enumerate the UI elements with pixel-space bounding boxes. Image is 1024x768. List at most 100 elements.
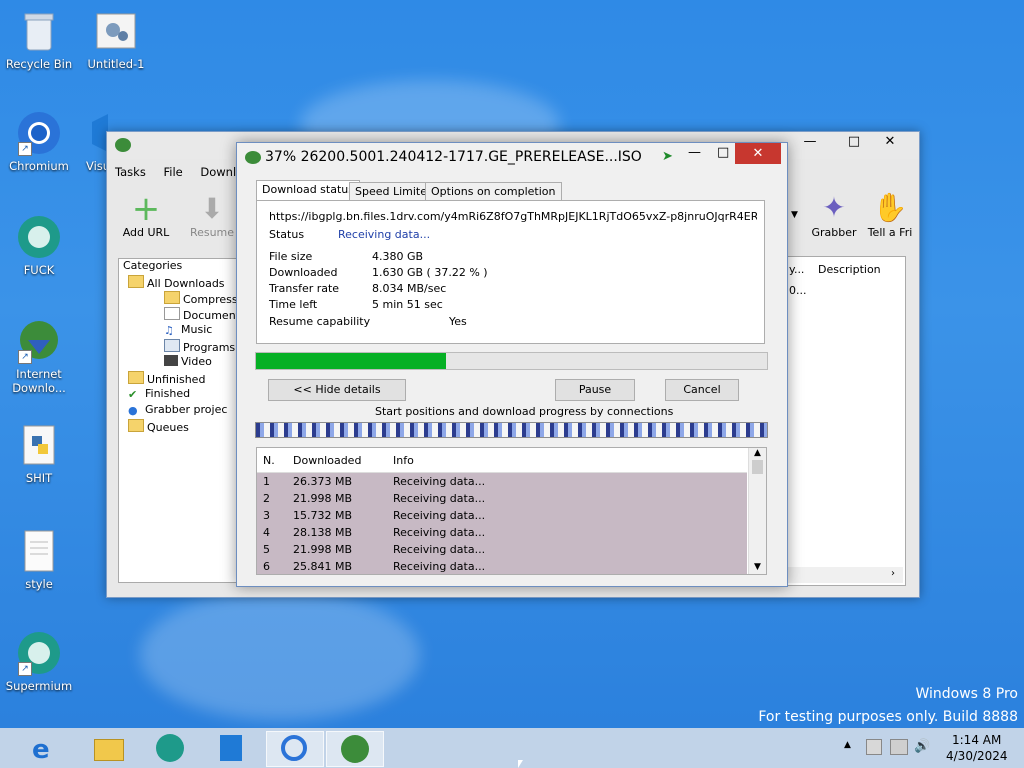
download-arrow-icon: ⬇ (200, 192, 224, 225)
taskbar-ie-button[interactable]: e (18, 731, 74, 765)
desktop-icon-supermium[interactable]: ↗ Supermium (3, 630, 75, 693)
table-row[interactable]: 2 21.998 MB Receiving data... (257, 490, 747, 507)
toolbar-dropdown-icon[interactable]: ▼ (791, 210, 798, 220)
tree-item-video[interactable]: Video (164, 355, 212, 368)
music-icon: ♫ (164, 324, 174, 337)
cell-downloaded: 15.732 MB (293, 509, 353, 522)
tray-arrow-icon[interactable]: ➤ (662, 149, 673, 164)
desktop-icon-label: Chromium (9, 159, 69, 173)
scroll-down-icon[interactable]: ▼ (749, 562, 766, 572)
grabber-button[interactable]: ✦ Grabber (806, 190, 862, 239)
header-info[interactable]: Info (393, 454, 414, 467)
clock-time[interactable]: 1:14 AM (952, 733, 1001, 747)
idm-logo-icon (245, 151, 261, 164)
taskbar-chromium-button[interactable] (266, 731, 324, 767)
file-size-label: File size (269, 250, 313, 263)
internet-explorer-icon: e (32, 735, 50, 765)
tell-friend-button[interactable]: ✋ Tell a Fri (866, 190, 914, 239)
clock-date[interactable]: 4/30/2024 (946, 749, 1008, 763)
tree-item-grabber-projects[interactable]: ● Grabber projec (128, 403, 228, 417)
scroll-up-icon[interactable]: ▲ (749, 448, 766, 458)
scroll-thumb[interactable] (752, 460, 763, 474)
close-button[interactable]: ✕ (867, 132, 913, 152)
minimize-button[interactable]: — (795, 132, 825, 152)
tree-item-music[interactable]: ♫ Music (164, 323, 212, 337)
table-row[interactable]: 4 28.138 MB Receiving data... (257, 524, 747, 541)
header-downloaded[interactable]: Downloaded (293, 454, 361, 467)
tab-download-status[interactable]: Download status (256, 180, 360, 202)
close-button[interactable]: ✕ (735, 143, 781, 164)
status-value: Receiving data... (338, 228, 431, 241)
column-header-description[interactable]: Description (818, 263, 881, 276)
shortcut-arrow-icon: ↗ (18, 350, 32, 364)
tell-friend-label: Tell a Fri (867, 226, 913, 239)
desktop-icon-untitled[interactable]: Untitled-1 (80, 8, 152, 71)
network-icon[interactable] (890, 739, 908, 755)
taskbar-explorer-button[interactable] (80, 731, 136, 765)
cell-n: 6 (263, 560, 270, 573)
table-row[interactable]: 3 15.732 MB Receiving data... (257, 507, 747, 524)
desktop-icon-chromium[interactable]: ↗ Chromium (3, 110, 75, 173)
chromium-icon: ↗ (16, 110, 62, 156)
header-n[interactable]: N. (263, 454, 275, 467)
tree-item-compressed[interactable]: Compresse (164, 291, 244, 306)
column-header-partial[interactable]: y... (789, 263, 804, 276)
connections-grid[interactable]: N. Downloaded Info 1 26.373 MB Receiving d… (256, 447, 767, 575)
cell-info: Receiving data... (393, 509, 486, 522)
tree-label: Grabber projec (145, 403, 228, 416)
cell-n: 3 (263, 509, 270, 522)
show-hidden-icons-button[interactable]: ▲ (844, 740, 851, 750)
cell-downloaded: 21.998 MB (293, 492, 353, 505)
add-url-button[interactable]: + Add URL (120, 192, 172, 239)
tree-item-finished[interactable]: ✔ Finished (128, 387, 190, 401)
desktop-icon-shit[interactable]: SHIT (3, 422, 75, 485)
cell-info: Receiving data... (393, 526, 486, 539)
desktop-icon-idm[interactable]: ↗ Internet Downlo... (3, 318, 75, 395)
time-left-value: 5 min 51 sec (372, 298, 443, 311)
vertical-scrollbar[interactable]: ▲ ▼ (748, 448, 766, 574)
table-row[interactable]: 1 26.373 MB Receiving data... (257, 473, 747, 490)
folder-icon (164, 291, 180, 304)
desktop-icon-recycle-bin[interactable]: Recycle Bin (3, 8, 75, 71)
table-row[interactable]: 6 25.841 MB Receiving data... (257, 558, 747, 574)
tree-item-unfinished[interactable]: Unfinished (128, 371, 205, 386)
maximize-button[interactable]: □ (717, 145, 729, 160)
maximize-button[interactable]: □ (839, 132, 869, 152)
taskbar-vscode-button[interactable] (204, 731, 260, 765)
downloaded-label: Downloaded (269, 266, 338, 279)
resume-button[interactable]: ⬇ Resume (186, 192, 238, 239)
tree-item-programs[interactable]: Programs (164, 339, 235, 354)
desktop-icon-style[interactable]: style (3, 528, 75, 591)
cell-n: 2 (263, 492, 270, 505)
cell-info: Receiving data... (393, 492, 486, 505)
chromium-icon (281, 735, 307, 761)
minimize-button[interactable]: — (688, 145, 701, 160)
cancel-button[interactable]: Cancel (665, 379, 739, 401)
scroll-right-icon[interactable]: › (891, 568, 895, 579)
menu-file[interactable]: File (163, 165, 182, 179)
desktop-icon-label: Internet Downlo... (12, 367, 66, 395)
tree-item-all-downloads[interactable]: All Downloads (128, 275, 225, 290)
taskbar-idm-button[interactable] (326, 731, 384, 767)
program-icon (164, 339, 180, 352)
volume-icon[interactable]: 🔊 (914, 739, 930, 754)
desktop-icon-label: Supermium (5, 679, 73, 693)
pause-button[interactable]: Pause (555, 379, 635, 401)
cell-downloaded: 25.841 MB (293, 560, 353, 573)
menu-tasks[interactable]: Tasks (115, 165, 146, 179)
downloads-list[interactable]: y... Description 0... › (786, 256, 906, 586)
table-row[interactable]: 5 21.998 MB Receiving data... (257, 541, 747, 558)
hide-details-button[interactable]: << Hide details (268, 379, 406, 401)
idm-globe-icon: ↗ (16, 318, 62, 364)
action-center-icon[interactable] (866, 739, 882, 755)
build-watermark: For testing purposes only. Build 8888 (758, 709, 1018, 725)
taskbar-supermium-button[interactable] (142, 731, 198, 765)
globe-icon: ● (128, 404, 138, 417)
tree-item-documents[interactable]: Documents (164, 307, 246, 322)
downloaded-value: 1.630 GB ( 37.22 % ) (372, 266, 488, 279)
cell-n: 4 (263, 526, 270, 539)
horizontal-scrollbar[interactable] (787, 567, 903, 583)
tree-item-queues[interactable]: Queues (128, 419, 189, 434)
desktop-icon-fuck[interactable]: FUCK (3, 214, 75, 277)
tab-options-on-completion[interactable]: Options on completion (425, 182, 562, 202)
